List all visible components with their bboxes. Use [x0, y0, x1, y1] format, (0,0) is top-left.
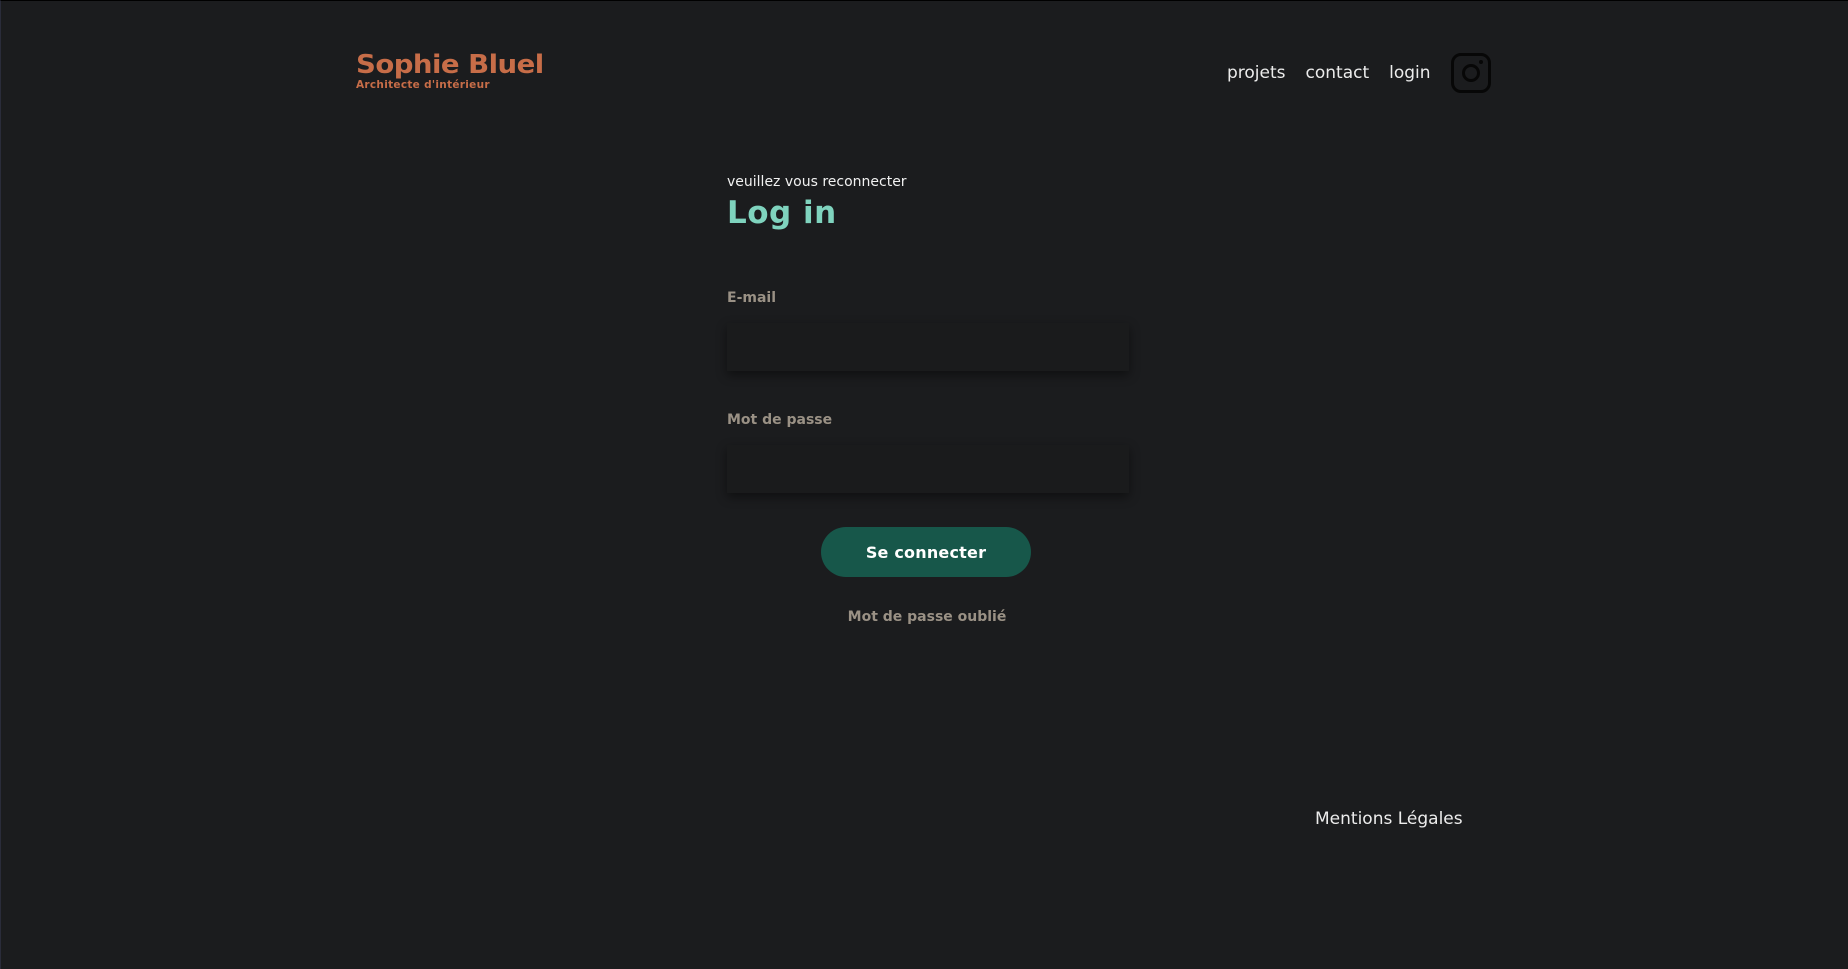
email-label: E-mail: [727, 290, 777, 306]
login-section: veuillez vous reconnecter Log in E-mail …: [727, 171, 1129, 625]
logo-name: Sophie Bluel: [356, 50, 544, 80]
email-field[interactable]: [727, 323, 1129, 371]
nav-link-contact[interactable]: contact: [1306, 53, 1370, 93]
logo-subtitle: Architecte d'intérieur: [356, 79, 490, 91]
login-title: Log in: [727, 195, 837, 231]
legal-notice-link[interactable]: Mentions Légales: [1315, 809, 1463, 829]
nav-link-login[interactable]: login: [1389, 53, 1430, 93]
password-field[interactable]: [727, 445, 1129, 493]
forgot-password-link[interactable]: Mot de passe oublié: [727, 609, 1127, 625]
instagram-icon-lens: [1461, 64, 1480, 82]
password-label: Mot de passe: [727, 412, 833, 428]
instagram-icon-dot: [1478, 60, 1483, 64]
instagram-icon[interactable]: [1450, 53, 1491, 93]
login-intro-text: veuillez vous reconnecter: [727, 174, 907, 190]
login-submit-button[interactable]: Se connecter: [821, 527, 1031, 577]
site-logo[interactable]: Sophie Bluel Architecte d'intérieur: [356, 51, 544, 92]
main-nav: projets contact login: [1227, 53, 1491, 93]
nav-link-projets[interactable]: projets: [1227, 53, 1286, 93]
page: Sophie Bluel Architecte d'intérieur proj…: [0, 0, 1848, 969]
